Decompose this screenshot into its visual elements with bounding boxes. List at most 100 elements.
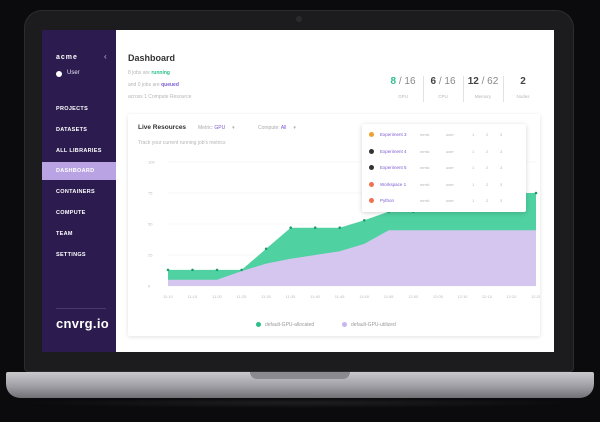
sidebar-item-containers[interactable]: CONTAINERS: [42, 183, 116, 201]
job-cell: mmlc: [420, 181, 430, 187]
job-row[interactable]: Experiment 5 mmlc user 1 2 3: [362, 161, 526, 175]
user-name[interactable]: User: [67, 70, 80, 76]
x-tick-label: 12:00: [408, 294, 419, 299]
x-tick-label: 12:05: [433, 294, 444, 299]
stat-label: CPU: [438, 94, 448, 99]
summary-line: and 0 jobs are queued: [128, 82, 179, 88]
data-point-allocated[interactable]: [240, 268, 243, 272]
x-tick-label: 11:30: [261, 294, 271, 299]
x-tick-label: 12:10: [457, 294, 468, 299]
y-tick-label: 25: [148, 253, 153, 258]
job-row[interactable]: Python mmlc user 1 2 3: [362, 194, 526, 208]
x-tick-label: 11:50: [359, 294, 369, 299]
job-cell: user: [446, 148, 454, 154]
sidebar-item-dashboard[interactable]: DASHBOARD: [42, 162, 116, 181]
divider: [56, 308, 106, 309]
stat-memory: 12 / 62 Memory: [462, 76, 504, 99]
job-cell: 1: [472, 198, 475, 203]
chevron-left-icon[interactable]: ‹: [104, 52, 107, 61]
summary-line: across 1 Compute Resource: [128, 94, 191, 100]
legend-allocated[interactable]: default-GPU-allocated: [256, 322, 314, 328]
stat-total: 62: [487, 76, 499, 87]
x-tick-label: 11:20: [212, 294, 222, 299]
x-tick-label: 11:10: [163, 294, 173, 299]
sidebar-item-all-libraries[interactable]: ALL LIBRARIES: [42, 142, 116, 160]
data-point-allocated[interactable]: [166, 268, 170, 272]
x-tick-label: 11:35: [286, 294, 296, 299]
page-title: Dashboard: [128, 53, 176, 63]
live-resources-card: Live Resources Metric: GPU ▾ Compute: Al…: [128, 114, 540, 336]
summary-line: 8 jobs are running: [128, 70, 170, 76]
job-name[interactable]: Experiment 3: [380, 132, 407, 137]
job-row[interactable]: Workspace 1 mmlc user 1 2 3: [362, 178, 526, 192]
job-cell: mmlc: [420, 165, 430, 170]
x-tick-label: 11:55: [384, 294, 394, 299]
stat-label: Nodes: [516, 94, 530, 99]
data-point-allocated[interactable]: [534, 191, 538, 195]
x-tick-label: 12:15: [482, 294, 493, 299]
sidebar-item-compute[interactable]: COMPUTE: [42, 204, 116, 222]
laptop-notch: [250, 372, 350, 379]
summary-text: 8 jobs are: [128, 70, 152, 76]
job-cell: 1: [472, 148, 475, 154]
job-status-icon: [369, 198, 374, 203]
data-point-allocated[interactable]: [289, 226, 292, 230]
job-name[interactable]: Workspace 1: [380, 182, 406, 187]
x-tick-label: 12:20: [506, 294, 517, 299]
job-status-icon: [369, 181, 374, 187]
sidebar-item-projects[interactable]: PROJECTS: [42, 100, 116, 118]
stat-value: 6 / 16: [422, 76, 464, 87]
job-cell: user: [446, 165, 454, 170]
stat-value: 2: [502, 76, 544, 87]
stat-value: 12 / 62: [462, 76, 504, 87]
sidebar: acme ‹ User PROJECTS DATASETS ALL LIBRARIE…: [42, 30, 116, 352]
x-tick-label: 12:25: [531, 294, 540, 299]
job-name[interactable]: Experiment 5: [380, 165, 407, 170]
job-cell: mmlc: [420, 198, 430, 203]
job-cell: 3: [500, 198, 503, 203]
user-avatar-icon[interactable]: [56, 71, 62, 77]
job-cell: 3: [500, 132, 503, 137]
sidebar-item-team[interactable]: TEAM: [42, 225, 116, 243]
x-tick-label: 11:25: [237, 294, 247, 299]
legend-label: default-GPU-utilized: [351, 322, 396, 328]
data-point-allocated[interactable]: [264, 247, 268, 251]
job-cell: 3: [500, 165, 503, 170]
laptop-shadow: [20, 398, 580, 408]
job-row[interactable]: Experiment 3 mmlc user 1 2 3: [362, 128, 526, 142]
stat-value: 8 / 16: [382, 76, 424, 87]
y-tick-label: 50: [148, 222, 153, 227]
legend-swatch: [342, 322, 347, 328]
job-status-icon: [369, 165, 374, 170]
legend-label: default-GPU-allocated: [265, 322, 315, 328]
job-name[interactable]: Experiment 4: [380, 149, 407, 154]
stat-label: GPU: [398, 94, 408, 99]
sidebar-item-datasets[interactable]: DATASETS: [42, 121, 116, 139]
job-name[interactable]: Python: [380, 198, 394, 203]
summary-text: and 0 jobs are: [128, 82, 162, 88]
stat-separator: /: [478, 76, 488, 87]
legend-utilized[interactable]: default-GPU-utilized: [342, 322, 396, 328]
job-cell: 2: [486, 132, 489, 137]
job-cell: 1: [472, 132, 475, 137]
job-cell: mmlc: [420, 148, 430, 154]
job-row[interactable]: Experiment 4 mmlc user 1 2 3: [362, 145, 526, 159]
app-screen: acme ‹ User PROJECTS DATASETS ALL LIBRARIE…: [42, 30, 554, 352]
y-tick-label: 75: [148, 191, 153, 196]
stat-label: Memory: [474, 94, 492, 99]
job-cell: user: [446, 181, 454, 187]
job-cell: 2: [486, 181, 489, 187]
org-name[interactable]: acme: [56, 54, 78, 61]
stat-used: 12: [467, 76, 479, 87]
data-point-allocated[interactable]: [191, 268, 194, 272]
webcam: [296, 16, 302, 22]
job-status-icon: [369, 148, 374, 154]
job-cell: 2: [486, 148, 489, 154]
x-tick-label: 11:40: [310, 294, 320, 299]
sidebar-item-settings[interactable]: SETTINGS: [42, 246, 116, 264]
data-point-allocated[interactable]: [362, 218, 366, 222]
y-tick-label: 0: [148, 284, 151, 289]
data-point-allocated[interactable]: [313, 226, 317, 230]
data-point-allocated[interactable]: [215, 268, 219, 272]
data-point-allocated[interactable]: [338, 226, 342, 230]
